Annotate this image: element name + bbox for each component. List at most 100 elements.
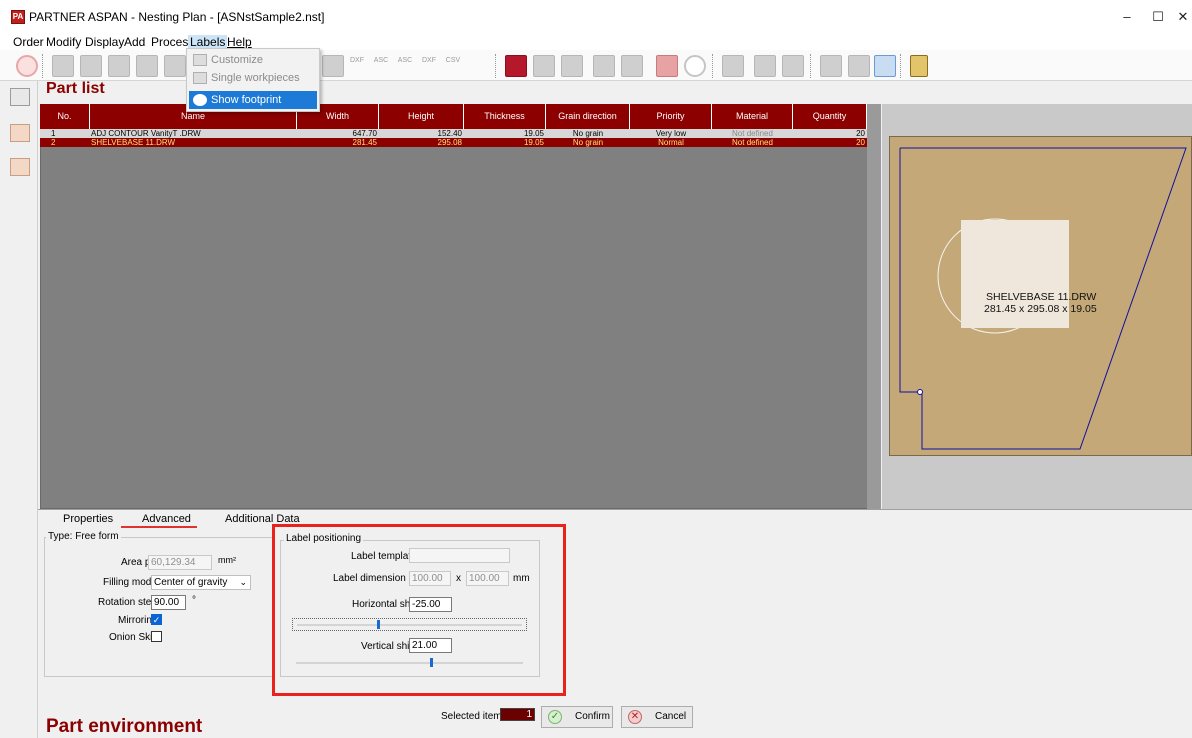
onion-skin-checkbox[interactable]	[151, 631, 162, 642]
export-asc-icon[interactable]: ASC	[394, 55, 416, 77]
cell-grain: No grain	[572, 138, 604, 147]
app-logo-icon: PA	[11, 10, 25, 24]
eye-icon	[193, 94, 207, 106]
toolbar-separator	[712, 54, 714, 78]
confirm-button[interactable]: ✓ Confirm	[541, 706, 613, 728]
tab-properties[interactable]: Properties	[63, 513, 113, 525]
import-dxf-icon[interactable]: DXF	[346, 55, 368, 77]
cell-material: Not defined	[732, 129, 773, 138]
cell-width: 647.70	[352, 129, 377, 138]
column-header-material[interactable]: Material	[712, 104, 793, 129]
open-folder-icon[interactable]	[80, 55, 102, 77]
new-document-icon[interactable]	[52, 55, 74, 77]
cell-no: 1	[51, 129, 56, 138]
cell-height: 295.08	[437, 138, 462, 147]
menu-display[interactable]: Display	[85, 35, 124, 49]
part-environment-title: Part environment	[46, 716, 203, 737]
save-icon[interactable]	[108, 55, 130, 77]
export-csv-icon[interactable]: CSV	[442, 55, 464, 77]
menu-help[interactable]: Help	[227, 35, 252, 49]
highlight-box	[272, 524, 566, 696]
menu-item-show-footprint-label: Show footprint	[211, 94, 282, 106]
menu-item-customize-label: Customize	[211, 54, 263, 66]
table-row-selected[interactable]: 2 SHELVEBASE 11.DRW 281.45 295.08 19.05 …	[40, 138, 867, 147]
toolbar-separator	[810, 54, 812, 78]
cancel-button[interactable]: ✕ Cancel	[621, 706, 693, 728]
pencil-icon	[193, 54, 207, 66]
nesting-grid-icon[interactable]	[505, 55, 527, 77]
toolbar-separator	[900, 54, 902, 78]
power-icon[interactable]	[16, 55, 38, 77]
note-icon[interactable]	[820, 55, 842, 77]
grid-scrollbar[interactable]	[867, 104, 881, 509]
mirroring-checkbox[interactable]: ✓	[151, 614, 162, 625]
label-edit-icon[interactable]	[754, 55, 776, 77]
cancel-x-icon: ✕	[628, 710, 642, 724]
left-tool-bar	[0, 81, 38, 738]
report-icon[interactable]	[722, 55, 744, 77]
menu-item-single-workpieces[interactable]: Single workpieces	[189, 69, 317, 87]
type-group-label: Type: Free form	[46, 531, 121, 542]
minimize-button[interactable]: –	[1110, 4, 1144, 30]
cell-name: SHELVEBASE 11.DRW	[91, 138, 176, 147]
cell-thickness: 19.05	[523, 129, 544, 138]
menu-item-show-footprint[interactable]: Show footprint	[189, 91, 317, 109]
selected-items-count: 1	[500, 708, 535, 721]
rotation-unit: °	[192, 595, 196, 606]
help-book-icon[interactable]	[910, 55, 928, 77]
filling-mode-value: Center of gravity	[154, 577, 228, 588]
panels-icon[interactable]	[10, 158, 30, 176]
workpiece-icon	[193, 72, 207, 84]
print-edit-icon[interactable]	[621, 55, 643, 77]
layout-icon[interactable]	[533, 55, 555, 77]
preview-label-dims: 281.45 x 295.08 x 19.05	[984, 303, 1097, 315]
menu-order[interactable]: Order	[13, 35, 44, 49]
column-header-grain-direction[interactable]: Grain direction	[546, 104, 630, 129]
menu-labels[interactable]: Labels	[188, 35, 228, 49]
tab-advanced[interactable]: Advanced	[142, 513, 191, 525]
save-as-icon[interactable]	[136, 55, 158, 77]
menu-item-single-workpieces-label: Single workpieces	[211, 72, 300, 84]
parts-tree-icon[interactable]	[10, 88, 30, 106]
label-run-icon[interactable]	[782, 55, 804, 77]
import-asc-icon[interactable]: ASC	[370, 55, 392, 77]
filling-mode-select[interactable]: Center of gravity ⌄	[151, 575, 251, 590]
cell-priority: Very low	[655, 129, 687, 138]
show-footprint-icon[interactable]	[874, 55, 896, 77]
toolbar-separator	[42, 54, 44, 78]
cell-thickness: 19.05	[523, 138, 544, 147]
area-piece-field: 60,129.34	[148, 555, 212, 570]
labels-dropdown-menu: Customize Single workpieces Show footpri…	[186, 48, 320, 112]
circle-icon[interactable]	[684, 55, 706, 77]
cell-priority: Normal	[658, 138, 684, 147]
filling-mode-label: Filling mode	[103, 577, 157, 588]
menu-modify[interactable]: Modify	[46, 35, 81, 49]
cell-no: 2	[51, 138, 56, 147]
column-header-priority[interactable]: Priority	[630, 104, 712, 129]
eraser-icon[interactable]	[656, 55, 678, 77]
export-dxf-icon[interactable]: DXF	[418, 55, 440, 77]
rotation-step-label: Rotation step	[98, 597, 157, 608]
layers-icon[interactable]	[848, 55, 870, 77]
cell-width: 281.45	[352, 138, 377, 147]
close-button[interactable]: ✕	[1166, 4, 1192, 30]
rotation-step-field[interactable]: 90.00	[151, 595, 186, 610]
column-header-thickness[interactable]: Thickness	[464, 104, 546, 129]
parts-icon[interactable]	[561, 55, 583, 77]
import-icon[interactable]	[322, 55, 344, 77]
table-row[interactable]: 1 ADJ CONTOUR VanityT .DRW 647.70 152.40…	[40, 129, 867, 138]
column-header-quantity[interactable]: Quantity	[793, 104, 867, 129]
column-header-height[interactable]: Height	[379, 104, 464, 129]
cell-material: Not defined	[732, 138, 773, 147]
chevron-down-icon: ⌄	[239, 577, 247, 587]
edit-icon[interactable]	[164, 55, 186, 77]
menu-item-customize[interactable]: Customize	[189, 51, 317, 69]
cell-height: 152.40	[437, 129, 462, 138]
cell-quantity: 20	[856, 138, 865, 147]
part-list-grid	[40, 104, 881, 509]
preview-label-name: SHELVEBASE 11.DRW	[986, 291, 1097, 303]
material-icon[interactable]	[10, 124, 30, 142]
print-icon[interactable]	[593, 55, 615, 77]
column-header-no[interactable]: No.	[40, 104, 90, 129]
menu-add[interactable]: Add	[124, 35, 145, 49]
